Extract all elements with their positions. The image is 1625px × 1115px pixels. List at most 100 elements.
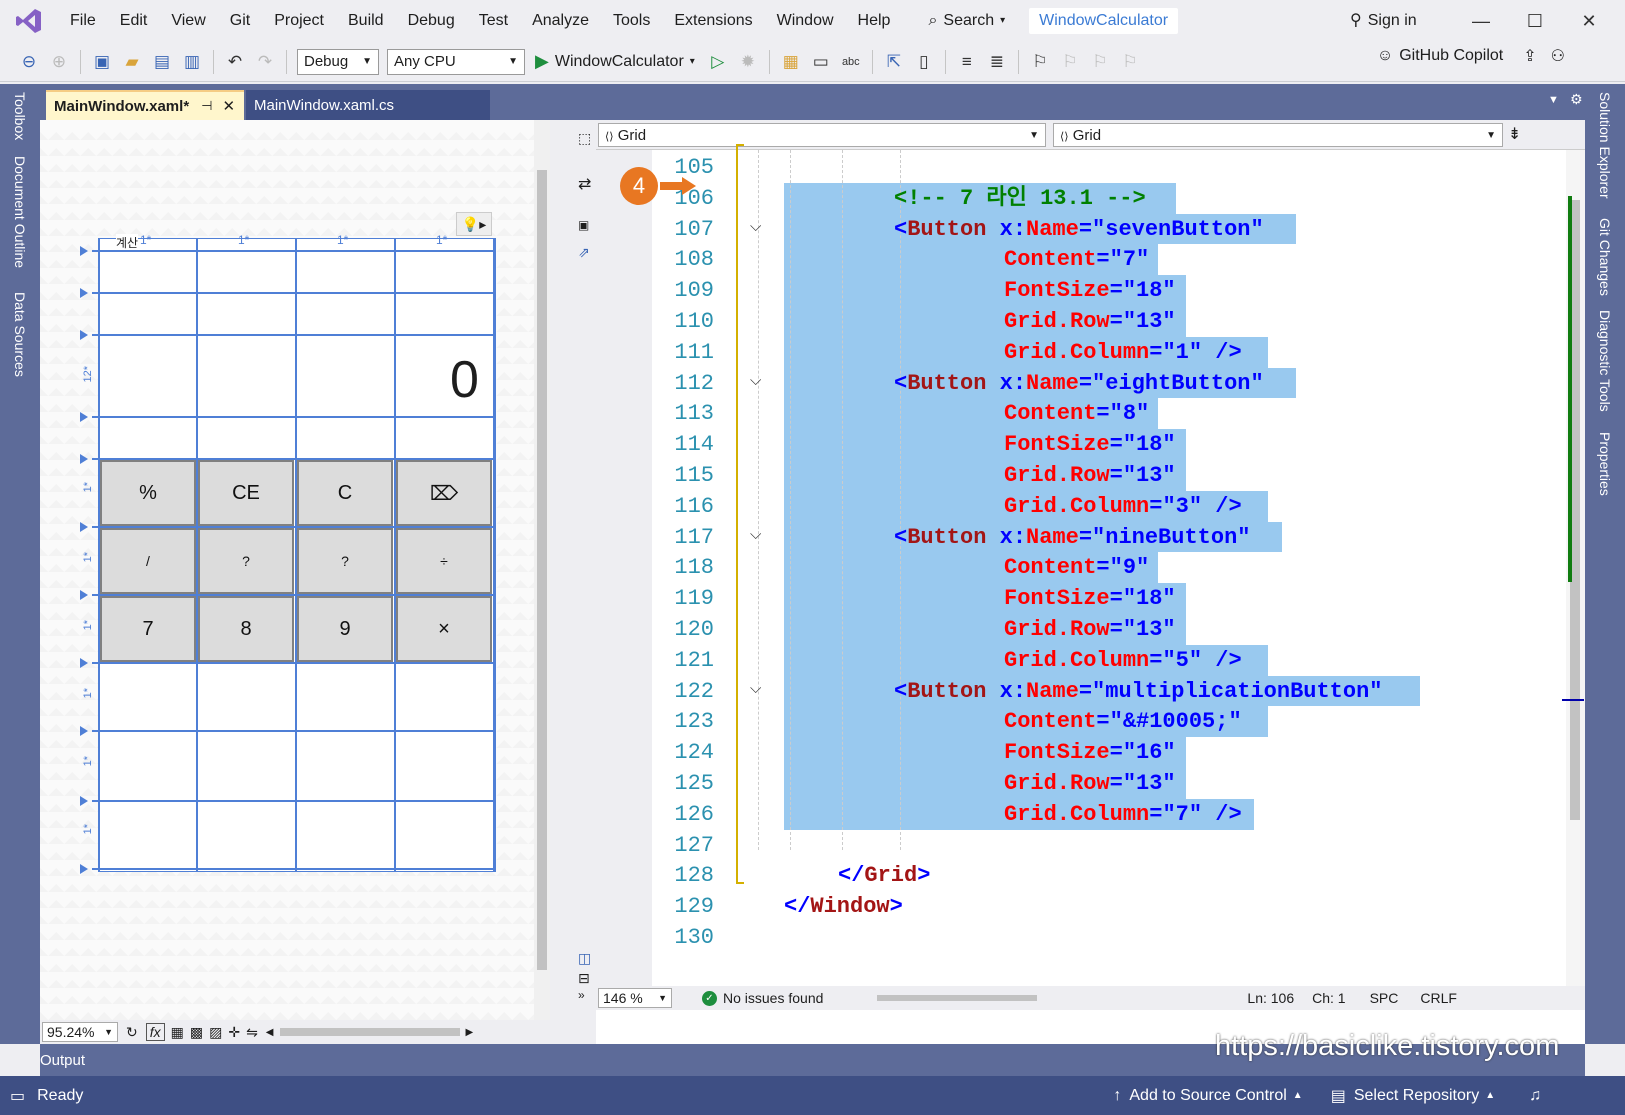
split-editor-icon[interactable]: ⇟	[1508, 124, 1521, 144]
calc-button[interactable]: ⌦	[396, 460, 492, 526]
lightbulb-icon[interactable]: 💡▸	[456, 212, 492, 236]
code-area[interactable]: <!-- 7 라인 13.1 --> <Button x:Name="sevenB…	[722, 150, 1566, 986]
calc-button[interactable]: C	[297, 460, 393, 526]
tab-overflow-icon[interactable]: ▼	[1548, 94, 1559, 106]
calc-button[interactable]: ×	[396, 596, 492, 662]
designer-zoom-dropdown[interactable]: 95.24% ▼	[42, 1022, 118, 1042]
line-ending-indicator[interactable]: CRLF	[1420, 990, 1457, 1006]
clear-bookmarks-icon[interactable]: ⚐	[1117, 49, 1143, 75]
menu-build[interactable]: Build	[336, 0, 396, 42]
platform-dropdown[interactable]: Any CPU ▼	[387, 48, 525, 75]
artboard-background-icon[interactable]: ▨	[209, 1024, 222, 1041]
menu-tools[interactable]: Tools	[601, 0, 662, 42]
vertical-split-icon[interactable]: ◫	[578, 950, 591, 967]
save-icon[interactable]: ▤	[149, 49, 175, 75]
notifications-icon[interactable]: ♫	[1529, 1087, 1541, 1105]
calc-button[interactable]: ?	[297, 528, 393, 594]
tab-mainwindow-xaml-cs[interactable]: MainWindow.xaml.cs	[246, 90, 490, 120]
expand-pane-icon[interactable]: »	[578, 988, 585, 1002]
spell-check-icon[interactable]: abc	[838, 49, 864, 75]
tab-mainwindow-xaml[interactable]: MainWindow.xaml* ⊣ ✕	[46, 90, 244, 120]
snap-gridlines-icon[interactable]: ▩	[190, 1024, 203, 1041]
calc-button[interactable]: CE	[198, 460, 294, 526]
issues-label[interactable]: No issues found	[723, 990, 823, 1006]
project-code-icon[interactable]: ⇋	[246, 1024, 258, 1041]
toolbox-tab[interactable]: Toolbox	[12, 92, 28, 140]
close-button[interactable]: ✕	[1566, 0, 1612, 42]
nav-right-dropdown[interactable]: ⟨⟩ Grid ▼	[1053, 123, 1503, 147]
git-changes-tab[interactable]: Git Changes	[1597, 218, 1613, 296]
select-repository[interactable]: Select Repository	[1354, 1087, 1479, 1105]
solution-explorer-tab[interactable]: Solution Explorer	[1597, 92, 1613, 199]
collapse-chevron-icon[interactable]: ⌵	[750, 680, 761, 697]
editor-horizontal-scrollbar[interactable]	[863, 993, 1223, 1003]
next-bookmark-icon[interactable]: ⚐	[1087, 49, 1113, 75]
menu-file[interactable]: File	[58, 0, 108, 42]
menu-git[interactable]: Git	[218, 0, 262, 42]
feedback-icon[interactable]: ⚇	[1551, 46, 1565, 66]
grid-toggle-icon[interactable]: ▦	[171, 1024, 184, 1041]
scroll-right-icon[interactable]: ▶	[466, 1027, 474, 1038]
github-copilot-button[interactable]: ☺ GitHub Copilot ⇪ ⚇	[1377, 46, 1565, 66]
forward-icon[interactable]: ⊕	[46, 49, 72, 75]
minimize-button[interactable]: —	[1458, 0, 1504, 42]
swap-panes-icon[interactable]: ⇄	[578, 174, 591, 194]
search-button[interactable]: ⌕ Search ▾	[918, 0, 1015, 42]
gear-icon[interactable]: ⚙	[1570, 91, 1583, 108]
prev-bookmark-icon[interactable]: ⚐	[1057, 49, 1083, 75]
menu-window[interactable]: Window	[765, 0, 846, 42]
calc-button[interactable]: 9	[297, 596, 393, 662]
solution-explorer-icon[interactable]: ▦	[778, 49, 804, 75]
calc-button[interactable]: 8	[198, 596, 294, 662]
menu-edit[interactable]: Edit	[108, 0, 160, 42]
start-debugging-button[interactable]: ▶ WindowCalculator ▾	[535, 51, 695, 72]
pan-icon[interactable]: ⬚	[578, 130, 591, 147]
popout-icon[interactable]: ⇗	[578, 244, 590, 261]
save-all-icon[interactable]: ▥	[179, 49, 205, 75]
undo-icon[interactable]: ↶	[222, 49, 248, 75]
collapse-chevron-icon[interactable]: ⌵	[750, 218, 761, 235]
collapse-pane-icon[interactable]: ▣	[578, 218, 589, 232]
back-icon[interactable]: ⊖	[16, 49, 42, 75]
display-layout-icon[interactable]: ▯	[911, 49, 937, 75]
configuration-dropdown[interactable]: Debug ▼	[297, 48, 379, 75]
line-indicator[interactable]: Ln: 106	[1247, 990, 1294, 1006]
data-sources-tab[interactable]: Data Sources	[12, 292, 28, 377]
horizontal-split-icon[interactable]: ⊟	[578, 970, 590, 987]
sign-in-button[interactable]: ⚲ Sign in	[1350, 0, 1417, 42]
collapse-chevron-icon[interactable]: ⌵	[750, 372, 761, 389]
pin-icon[interactable]: ⊣	[201, 98, 212, 114]
menu-view[interactable]: View	[159, 0, 217, 42]
diagnostic-tools-tab[interactable]: Diagnostic Tools	[1597, 310, 1613, 412]
maximize-button[interactable]: ☐	[1512, 0, 1558, 42]
close-icon[interactable]: ✕	[222, 97, 235, 115]
new-project-icon[interactable]: ▣	[89, 49, 115, 75]
calc-button[interactable]: 7	[100, 596, 196, 662]
refresh-icon[interactable]: ↻	[126, 1024, 138, 1041]
menu-debug[interactable]: Debug	[396, 0, 467, 42]
share-icon[interactable]: ⇪	[1523, 46, 1536, 66]
menu-project[interactable]: Project	[262, 0, 336, 42]
zoom-dropdown[interactable]: 146 % ▼	[598, 988, 672, 1008]
column-indicator[interactable]: Ch: 1	[1312, 990, 1345, 1006]
collapse-chevron-icon[interactable]: ⌵	[750, 526, 761, 543]
visual-studio-logo-icon[interactable]	[14, 6, 44, 36]
layout-icon[interactable]: ▭	[808, 49, 834, 75]
menu-extensions[interactable]: Extensions	[662, 0, 764, 42]
calc-button[interactable]: ÷	[396, 528, 492, 594]
outdent-icon[interactable]: ≣	[984, 49, 1010, 75]
editor-vertical-scrollbar[interactable]	[1562, 150, 1585, 1010]
redo-icon[interactable]: ↷	[252, 49, 278, 75]
select-element-icon[interactable]: ⇱	[881, 49, 907, 75]
open-folder-icon[interactable]: ▰	[119, 49, 145, 75]
snap-snaplines-icon[interactable]: ✛	[228, 1024, 240, 1041]
designer-horizontal-scrollbar[interactable]	[279, 1028, 460, 1036]
add-to-source-control[interactable]: Add to Source Control	[1129, 1087, 1286, 1105]
menu-help[interactable]: Help	[846, 0, 903, 42]
hot-reload-icon[interactable]: ✹	[735, 49, 761, 75]
start-without-debugging-icon[interactable]: ▷	[705, 49, 731, 75]
output-tab[interactable]: Output	[40, 1052, 85, 1069]
calc-button[interactable]: %	[100, 460, 196, 526]
indent-icon[interactable]: ≡	[954, 49, 980, 75]
bookmark-icon[interactable]: ⚐	[1027, 49, 1053, 75]
